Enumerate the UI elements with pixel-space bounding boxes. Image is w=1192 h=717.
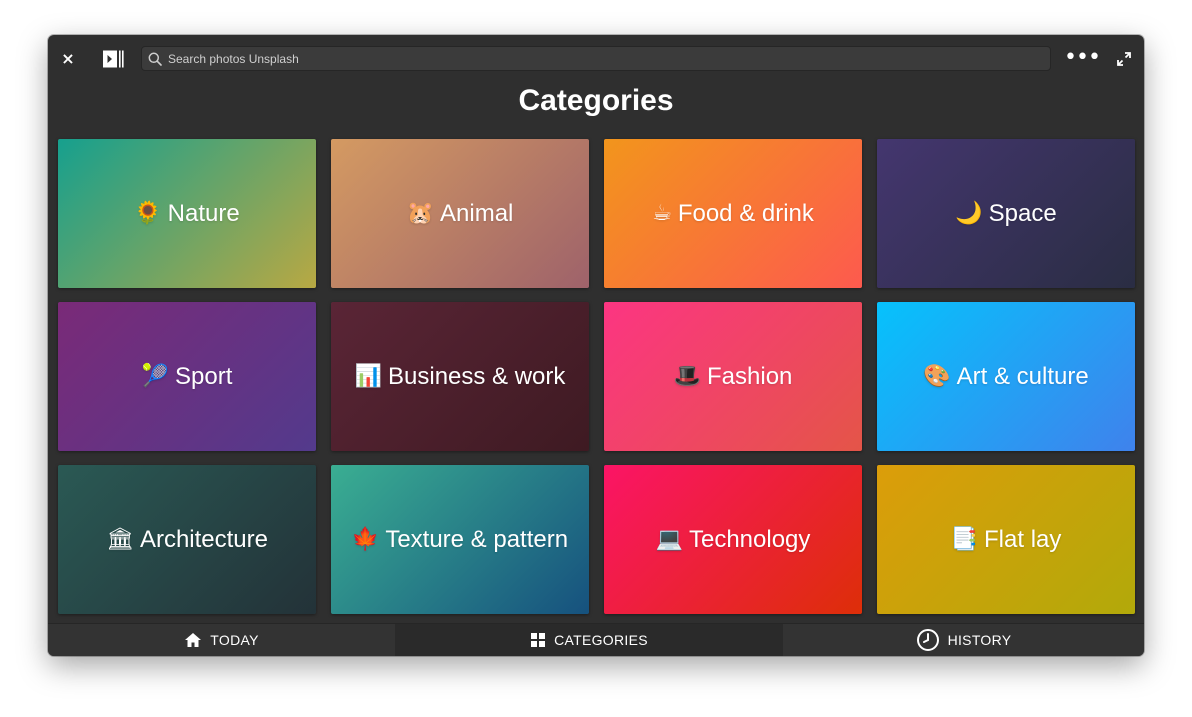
tile-title: Texture & pattern: [385, 525, 569, 553]
expand-icon[interactable]: [1116, 51, 1132, 67]
more-options-icon[interactable]: •••: [1064, 47, 1101, 69]
tile-title: Nature: [167, 199, 240, 227]
tile-title: Flat lay: [984, 525, 1062, 553]
tile-label: 🎾 Sport: [142, 363, 233, 391]
tile-title: Fashion: [707, 362, 793, 390]
tile-label: 🌙 Space: [955, 200, 1056, 228]
hamster-icon: 🐹: [406, 201, 435, 226]
app-logo-icon[interactable]: [102, 49, 126, 69]
nav-label: TODAY: [210, 632, 259, 648]
tile-label: 📑 Flat lay: [951, 526, 1062, 554]
category-grid: 🌻 Nature 🐹 Animal ☕ Food & drink 🌙 Space: [58, 139, 1135, 615]
grid-icon: [531, 633, 546, 647]
category-tile-nature[interactable]: 🌻 Nature: [58, 139, 316, 288]
home-icon: [185, 633, 202, 647]
app-window: × ••• Categories 🌻 Nature: [48, 35, 1144, 656]
palette-icon: 🎨: [923, 364, 951, 389]
tile-title: Art & culture: [956, 362, 1089, 390]
laptop-icon: 💻: [655, 527, 683, 552]
nav-categories[interactable]: CATEGORIES: [395, 624, 783, 656]
search-icon: [148, 52, 162, 66]
tile-title: Food & drink: [677, 199, 814, 227]
toolbar: × •••: [48, 35, 1144, 83]
category-tile-animal[interactable]: 🐹 Animal: [331, 139, 589, 288]
tile-title: Sport: [175, 362, 233, 390]
top-hat-icon: 🎩: [673, 364, 701, 389]
nav-label: HISTORY: [947, 632, 1012, 648]
sunflower-icon: 🌻: [134, 201, 162, 226]
nav-history[interactable]: HISTORY: [783, 624, 1144, 656]
page-title: Categories: [518, 84, 674, 117]
category-tile-texture-pattern[interactable]: 🍁 Texture & pattern: [331, 465, 589, 614]
clock-icon: [916, 629, 939, 651]
category-tile-space[interactable]: 🌙 Space: [877, 139, 1135, 288]
coffee-icon: ☕: [652, 201, 672, 226]
bottom-nav: TODAY CATEGORIES HISTORY: [48, 623, 1144, 656]
search-bar[interactable]: [141, 46, 1051, 71]
category-tile-business-work[interactable]: 📊 Business & work: [331, 302, 589, 451]
category-tile-architecture[interactable]: 🏛 Architecture: [58, 465, 316, 614]
category-tile-technology[interactable]: 💻 Technology: [604, 465, 862, 614]
tile-label: 📊 Business & work: [355, 363, 566, 391]
tennis-racket-icon: 🎾: [141, 364, 170, 389]
tile-title: Business & work: [388, 362, 566, 390]
tile-label: 🐹 Animal: [407, 200, 514, 228]
category-tile-food-drink[interactable]: ☕ Food & drink: [604, 139, 862, 288]
category-tile-fashion[interactable]: 🎩 Fashion: [604, 302, 862, 451]
category-tile-sport[interactable]: 🎾 Sport: [58, 302, 316, 451]
tile-title: Space: [988, 199, 1057, 227]
close-icon[interactable]: ×: [60, 51, 76, 67]
tile-label: 🎩 Fashion: [674, 363, 793, 391]
bookmark-tabs-icon: 📑: [950, 527, 979, 552]
tile-label: 🏛 Architecture: [106, 526, 268, 554]
tile-title: Technology: [688, 525, 811, 553]
crescent-moon-icon: 🌙: [955, 201, 983, 226]
bar-chart-icon: 📊: [354, 364, 382, 389]
tile-title: Architecture: [139, 525, 268, 553]
nav-today[interactable]: TODAY: [48, 624, 395, 656]
tile-label: 💻 Technology: [656, 526, 811, 554]
search-input[interactable]: [168, 47, 1038, 70]
tile-label: ☕ Food & drink: [652, 200, 814, 228]
category-tile-art-culture[interactable]: 🎨 Art & culture: [877, 302, 1135, 451]
tile-title: Animal: [440, 199, 514, 227]
nav-label: CATEGORIES: [554, 632, 648, 648]
tile-label: 🎨 Art & culture: [923, 363, 1088, 391]
category-tile-flat-lay[interactable]: 📑 Flat lay: [877, 465, 1135, 614]
tile-label: 🍁 Texture & pattern: [352, 526, 568, 554]
classical-building-icon: 🏛: [106, 527, 134, 552]
tile-label: 🌻 Nature: [134, 200, 239, 228]
maple-leaf-icon: 🍁: [351, 527, 380, 552]
